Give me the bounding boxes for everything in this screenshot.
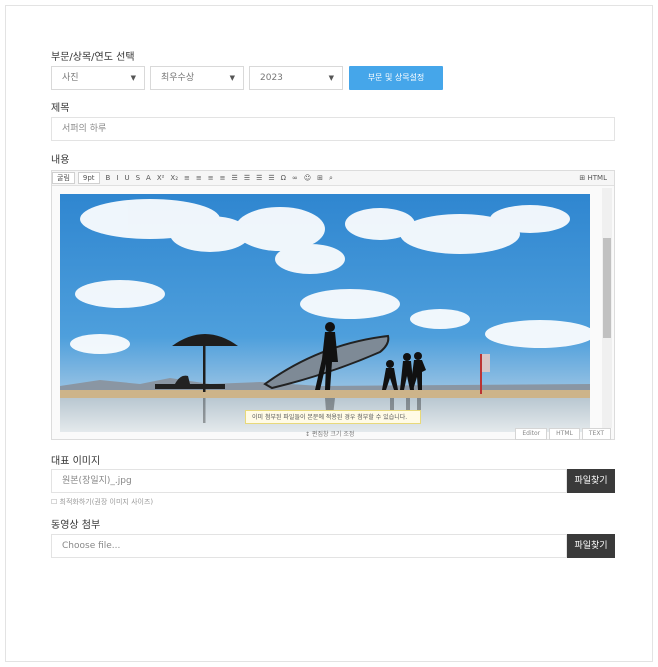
italic-icon[interactable]: I <box>113 172 121 184</box>
emoticon-icon[interactable]: ☺ <box>301 172 314 184</box>
video-label: 동영상 첨부 <box>51 520 101 531</box>
resize-handle[interactable]: ↕ 편집창 크기 조정 <box>305 429 354 438</box>
rich-text-editor[interactable]: 굴림 9pt B I U S A X² X₂ ≡ ≡ ≡ ≡ ☰ ☰ ☰ ☰ Ω… <box>51 170 615 440</box>
subscript-icon[interactable]: X₂ <box>167 172 181 184</box>
category-select-value: 사진 <box>62 73 79 83</box>
apply-category-button[interactable]: 부문 및 상목설정 <box>349 66 443 90</box>
editor-mode-tabs: Editor HTML TEXT <box>515 428 611 440</box>
tab-html[interactable]: HTML <box>549 428 580 440</box>
outdent-icon[interactable]: ☰ <box>265 172 277 184</box>
strikethrough-icon[interactable]: S <box>133 172 143 184</box>
align-right-icon[interactable]: ≡ <box>205 172 217 184</box>
font-color-icon[interactable]: A <box>143 172 154 184</box>
thumbnail-file-input[interactable]: 원본(장일지)_.jpg <box>51 469 567 493</box>
editor-tooltip: 이미 첨부된 파일들이 본문에 적용된 경우 첨부할 수 있습니다. <box>245 410 421 424</box>
video-browse-button[interactable]: 파일찾기 <box>567 534 615 558</box>
scrollbar-thumb[interactable] <box>603 238 611 338</box>
title-input[interactable]: 서퍼의 하루 <box>51 117 615 141</box>
year-select-value: 2023 <box>260 73 283 83</box>
title-label: 제목 <box>51 103 70 114</box>
link-icon[interactable]: ∞ <box>289 172 301 184</box>
superscript-icon[interactable]: X² <box>154 172 168 184</box>
optimize-checkbox[interactable]: ☐ 최적화하기(권장 이미지 사이즈) <box>51 497 153 507</box>
content-label: 내용 <box>51 155 70 166</box>
thumbnail-label: 대표 이미지 <box>51 456 101 467</box>
font-family-select[interactable]: 굴림 <box>52 172 75 184</box>
chevron-down-icon: ▼ <box>328 74 334 82</box>
indent-icon[interactable]: ☰ <box>253 172 265 184</box>
ordered-list-icon[interactable]: ☰ <box>229 172 241 184</box>
award-select[interactable]: 최우수상 ▼ <box>150 66 244 90</box>
bold-icon[interactable]: B <box>103 172 114 184</box>
font-size-select[interactable]: 9pt <box>77 172 100 184</box>
tab-editor[interactable]: Editor <box>515 428 548 440</box>
html-mode-icon[interactable]: ⊞ HTML <box>576 172 610 184</box>
tab-text[interactable]: TEXT <box>581 428 611 440</box>
editor-scrollbar[interactable] <box>602 188 612 428</box>
year-select[interactable]: 2023 ▼ <box>249 66 343 90</box>
award-select-value: 최우수상 <box>161 73 195 83</box>
align-center-icon[interactable]: ≡ <box>193 172 205 184</box>
table-icon[interactable]: ⊞ <box>314 172 326 184</box>
chevron-down-icon: ▼ <box>229 74 235 82</box>
editor-toolbar: 굴림 9pt B I U S A X² X₂ ≡ ≡ ≡ ≡ ☰ ☰ ☰ ☰ Ω… <box>52 171 614 186</box>
unordered-list-icon[interactable]: ☰ <box>241 172 253 184</box>
special-char-icon[interactable]: Ω <box>278 172 289 184</box>
editor-statusbar: ↕ 편집창 크기 조정 Editor HTML TEXT <box>51 428 615 440</box>
chevron-down-icon: ▼ <box>130 74 136 82</box>
align-justify-icon[interactable]: ≡ <box>217 172 229 184</box>
underline-icon[interactable]: U <box>121 172 132 184</box>
thumbnail-browse-button[interactable]: 파일찾기 <box>567 469 615 493</box>
align-left-icon[interactable]: ≡ <box>181 172 193 184</box>
category-select[interactable]: 사진 ▼ <box>51 66 145 90</box>
video-file-input[interactable]: Choose file... <box>51 534 567 558</box>
category-label: 부문/상목/연도 선택 <box>51 52 135 63</box>
find-icon[interactable]: ⌕ <box>326 172 336 184</box>
surfer-photo <box>60 194 590 432</box>
